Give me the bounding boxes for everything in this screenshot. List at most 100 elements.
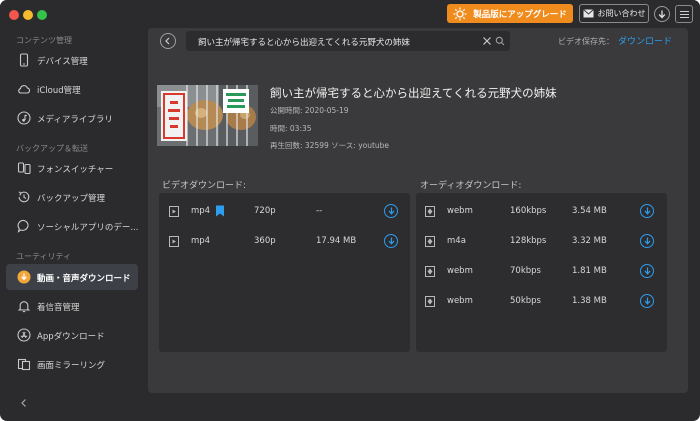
video-size: 17.94 MB xyxy=(316,236,357,246)
audio-size: 1.81 MB xyxy=(572,266,607,276)
video-size: -- xyxy=(316,206,323,216)
audio-bitrate: 160kbps xyxy=(510,206,547,216)
download-arrow-icon xyxy=(644,297,650,305)
video-published-date: 公開時間: 2020-05-19 xyxy=(270,106,349,115)
video-download-row: mp4 360p 17.94 MB xyxy=(159,227,410,257)
video-download-button[interactable] xyxy=(384,234,398,248)
menu-line-icon xyxy=(679,16,689,18)
contact-button-label: お問い合わせ xyxy=(597,9,646,18)
minimize-window-button[interactable] xyxy=(23,10,33,20)
clear-search-icon[interactable] xyxy=(482,36,492,46)
audio-format: webm xyxy=(447,296,473,306)
download-arrow-icon xyxy=(388,237,394,245)
title-bar: 製品版にアップグレード お問い合わせ xyxy=(0,0,700,28)
audio-download-title: オーディオダウンロード: xyxy=(420,181,522,191)
audio-download-row: m4a 128kbps 3.32 MB xyxy=(416,227,667,257)
sidebar-item-ringtone-management[interactable]: 着信音管理 xyxy=(6,293,138,319)
sidebar-item-phone-switcher[interactable]: フォンスイッチャー xyxy=(6,155,138,181)
video-file-icon xyxy=(169,206,179,217)
sidebar-item-media-library[interactable]: メディアライブラリ xyxy=(6,105,138,131)
video-download-title: ビデオダウンロード: xyxy=(162,181,247,191)
sidebar-item-label: メディアライブラリ xyxy=(37,115,113,125)
video-title: 飼い主が帰宅すると心から出迎えてくれる元野犬の姉妹 xyxy=(270,86,557,100)
audio-size: 1.38 MB xyxy=(572,296,607,306)
menu-line-icon xyxy=(679,13,689,15)
download-arrow-icon xyxy=(388,207,394,215)
sparkle-key-icon xyxy=(453,7,467,20)
sidebar-item-label: 動画・音声ダウンロード xyxy=(37,274,131,284)
chevron-left-icon xyxy=(165,37,170,45)
sidebar-item-label: ソーシャルアプリのデー... xyxy=(37,223,139,233)
phone-icon xyxy=(19,53,29,67)
sidebar-item-label: 画面ミラーリング xyxy=(37,361,106,371)
search-input[interactable]: 飼い主が帰宅すると心から出迎えてくれる元野犬の姉妹 xyxy=(186,31,510,51)
audio-download-button[interactable] xyxy=(640,264,654,278)
chat-bubble-icon xyxy=(17,219,29,233)
audio-file-icon xyxy=(425,206,435,217)
audio-size: 3.54 MB xyxy=(572,206,607,216)
audio-download-row: webm 70kbps 1.81 MB xyxy=(416,257,667,287)
phone-switch-icon xyxy=(17,162,31,175)
back-button[interactable] xyxy=(160,33,176,49)
cloud-icon xyxy=(18,85,31,94)
audio-bitrate: 128kbps xyxy=(510,236,547,246)
video-format: mp4 xyxy=(191,206,211,216)
download-arrow-icon xyxy=(644,267,650,275)
audio-download-button[interactable] xyxy=(640,234,654,248)
sidebar-item-screen-mirroring[interactable]: 画面ミラーリング xyxy=(6,351,138,377)
sidebar-item-label: フォンスイッチャー xyxy=(37,165,114,175)
collapse-sidebar-icon[interactable] xyxy=(19,398,29,408)
sidebar-item-social-app-data[interactable]: ソーシャルアプリのデー... xyxy=(6,213,138,239)
video-format: mp4 xyxy=(191,236,211,246)
sidebar-item-icloud[interactable]: iCloud管理 xyxy=(6,76,138,102)
download-arrow-icon xyxy=(644,207,650,215)
audio-download-button[interactable] xyxy=(640,294,654,308)
sidebar-item-label: iCloud管理 xyxy=(37,86,81,96)
video-quality: 360p xyxy=(254,236,276,246)
audio-file-icon xyxy=(425,296,435,307)
music-note-icon xyxy=(17,111,31,125)
audio-bitrate: 50kbps xyxy=(510,296,541,306)
video-download-button[interactable] xyxy=(384,204,398,218)
video-download-list: mp4 720p -- mp4 360p 17.94 MB xyxy=(159,193,410,352)
app-window: 製品版にアップグレード お問い合わせ コンテンツ管理 デバイス管理 iCloud… xyxy=(0,0,700,421)
video-file-icon xyxy=(169,236,179,247)
sidebar-section-title: コンテンツ管理 xyxy=(16,36,72,45)
sidebar-section-title: ユーティリティ xyxy=(16,252,72,261)
audio-file-icon xyxy=(425,266,435,277)
sidebar-item-device-management[interactable]: デバイス管理 xyxy=(6,47,138,73)
screen-mirror-icon xyxy=(17,358,31,371)
sidebar-item-label: 着信音管理 xyxy=(37,303,80,313)
audio-format: m4a xyxy=(447,236,466,246)
contact-button[interactable]: お問い合わせ xyxy=(579,4,649,23)
close-window-button[interactable] xyxy=(9,10,19,20)
hamburger-menu-button[interactable] xyxy=(675,5,693,23)
audio-download-row: webm 50kbps 1.38 MB xyxy=(416,287,667,317)
video-download-row: mp4 720p -- xyxy=(159,197,410,227)
download-manager-button[interactable] xyxy=(654,6,670,22)
audio-download-row: webm 160kbps 3.54 MB xyxy=(416,197,667,227)
audio-download-button[interactable] xyxy=(640,204,654,218)
mail-icon xyxy=(582,9,594,18)
sidebar-item-video-audio-download[interactable]: 動画・音声ダウンロード xyxy=(6,264,138,290)
search-icon[interactable] xyxy=(495,36,505,46)
menu-line-icon xyxy=(679,10,689,12)
zoom-window-button[interactable] xyxy=(37,10,47,20)
search-input-value: 飼い主が帰宅すると心から出迎えてくれる元野犬の姉妹 xyxy=(198,38,410,48)
sidebar-item-backup-management[interactable]: バックアップ管理 xyxy=(6,184,138,210)
audio-size: 3.32 MB xyxy=(572,236,607,246)
audio-file-icon xyxy=(425,236,435,247)
sidebar-section-title: バックアップ＆転送 xyxy=(16,144,88,153)
download-icon xyxy=(17,270,31,284)
app-store-icon xyxy=(17,328,31,342)
sidebar: コンテンツ管理 デバイス管理 iCloud管理 メディアライブラリ バックアップ… xyxy=(0,28,145,421)
bookmark-icon xyxy=(216,205,224,217)
audio-format: webm xyxy=(447,206,473,216)
sidebar-item-app-download[interactable]: Appダウンロード xyxy=(6,322,138,348)
video-thumbnail xyxy=(157,85,258,146)
upgrade-button[interactable]: 製品版にアップグレード xyxy=(447,4,573,23)
save-location-link[interactable]: ダウンロード xyxy=(618,34,672,47)
video-views-source: 再生回数: 32599 ソース: youtube xyxy=(270,141,390,150)
download-content-panel: 飼い主が帰宅すると心から出迎えてくれる元野犬の姉妹 ビデオ保存先： ダウンロード xyxy=(148,28,688,393)
backup-icon xyxy=(18,191,30,203)
